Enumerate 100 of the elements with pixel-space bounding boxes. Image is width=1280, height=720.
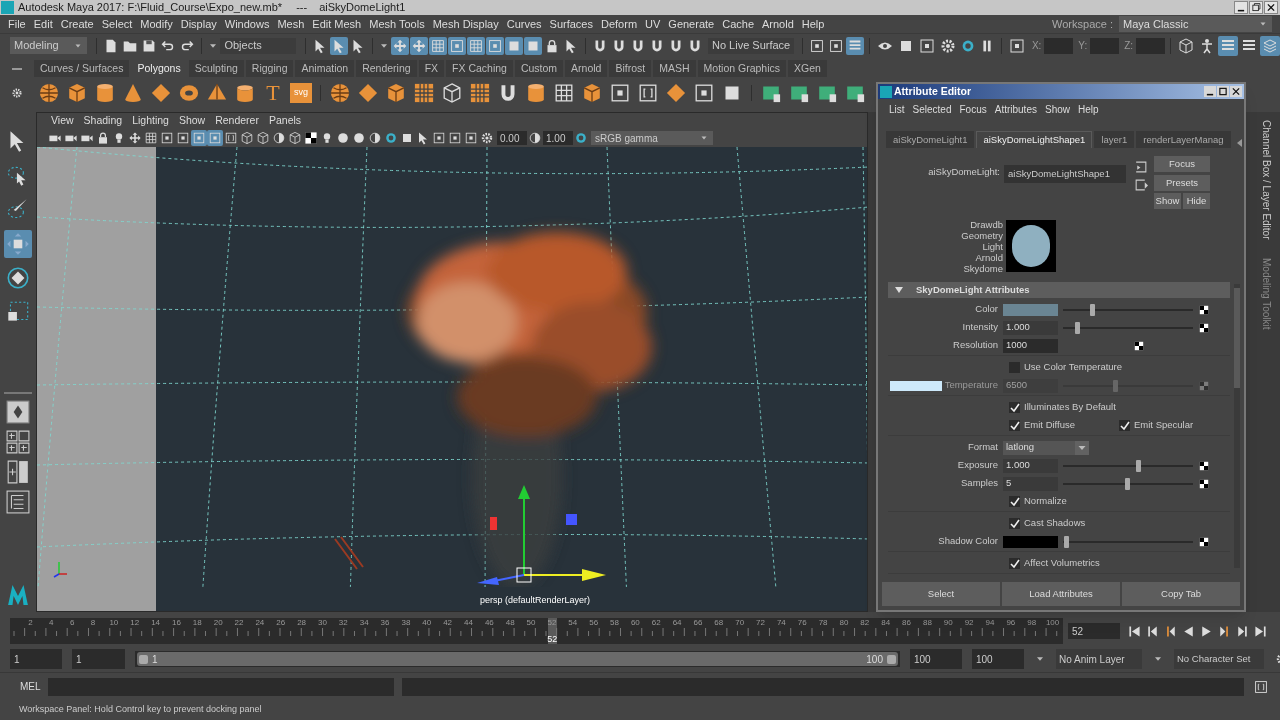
- coordinate-field[interactable]: [1044, 37, 1074, 54]
- anim-layer-dropdown[interactable]: No Anim Layer: [1056, 649, 1142, 669]
- frame-icon[interactable]: [175, 130, 191, 146]
- slider-thumb[interactable]: [1063, 535, 1069, 548]
- shelf-tab[interactable]: Motion Graphics: [697, 60, 786, 77]
- current-frame-field[interactable]: 52: [1068, 623, 1120, 639]
- coordinate-field[interactable]: [1090, 37, 1120, 54]
- shelf-tab[interactable]: Bifrost: [609, 60, 652, 77]
- menu-item[interactable]: Display: [176, 15, 221, 33]
- checkbox[interactable]: [1009, 558, 1020, 569]
- checkbox[interactable]: [1009, 402, 1020, 413]
- attribute-tab[interactable]: layer1: [1094, 131, 1135, 148]
- slider-track[interactable]: [1063, 459, 1193, 472]
- menu-item[interactable]: Create: [56, 15, 98, 33]
- cross-arrows-icon[interactable]: [390, 36, 409, 55]
- bracket-icon[interactable]: [223, 130, 239, 146]
- shelf-tab[interactable]: FX Caching: [446, 60, 513, 77]
- shelf-tab[interactable]: Rendering: [356, 60, 417, 77]
- grid-icon[interactable]: [428, 36, 447, 55]
- menu-item[interactable]: Edit: [29, 15, 57, 33]
- panel-menu-item[interactable]: Lighting: [128, 113, 173, 129]
- checkbox[interactable]: [1009, 518, 1020, 529]
- color-space-dropdown[interactable]: sRGB gamma: [591, 131, 713, 145]
- shelf-tab[interactable]: Animation: [295, 60, 355, 77]
- half-circle-icon[interactable]: [367, 130, 383, 146]
- slider-thumb[interactable]: [1124, 477, 1130, 490]
- checker-icon[interactable]: [303, 130, 319, 146]
- menu-item[interactable]: Surfaces: [545, 15, 597, 33]
- slider-track[interactable]: [1063, 477, 1193, 490]
- two-view-layout-icon[interactable]: [6, 460, 30, 484]
- slider-track[interactable]: [1063, 321, 1193, 334]
- selection-mode-field[interactable]: Objects: [220, 37, 296, 54]
- menu-item[interactable]: Show: [1041, 101, 1073, 117]
- sphere-icon[interactable]: [335, 130, 351, 146]
- grid-icon[interactable]: [143, 130, 159, 146]
- editor-button[interactable]: Select: [882, 582, 1000, 606]
- menu-item[interactable]: Focus: [956, 101, 990, 117]
- range-bar[interactable]: 1 100: [137, 652, 898, 666]
- slider-track[interactable]: [1063, 535, 1193, 548]
- shelf-tab[interactable]: Arnold: [565, 60, 608, 77]
- attribute-tab[interactable]: aiSkyDomeLightShape1: [976, 131, 1093, 148]
- half-circle-icon[interactable]: [527, 130, 543, 146]
- node-name-field[interactable]: aiSkyDomeLightShape1: [1004, 165, 1126, 183]
- slider-thumb[interactable]: [1075, 321, 1081, 334]
- slider-track[interactable]: [1063, 303, 1193, 316]
- sphere-icon[interactable]: [351, 130, 367, 146]
- single-view-layout-icon[interactable]: [6, 400, 30, 424]
- workspace-dropdown[interactable]: Maya Classic: [1119, 16, 1272, 32]
- square-icon[interactable]: [523, 36, 542, 55]
- character-set-dropdown[interactable]: No Character Set: [1174, 649, 1264, 669]
- shelf-tab[interactable]: Curves / Surfaces: [34, 60, 130, 77]
- move-manipulator[interactable]: [477, 485, 606, 585]
- map-button-icon[interactable]: [1198, 477, 1210, 490]
- editor-button[interactable]: Hide: [1183, 193, 1210, 210]
- checkbox[interactable]: [1119, 420, 1130, 431]
- square-icon[interactable]: [504, 36, 523, 55]
- minimize-icon[interactable]: [1204, 86, 1216, 97]
- menu-item[interactable]: Curves: [502, 15, 546, 33]
- move-tool-icon[interactable]: [4, 230, 32, 258]
- menu-item[interactable]: File: [4, 15, 30, 33]
- menu-item[interactable]: Deform: [597, 15, 642, 33]
- attribute-tab[interactable]: renderLayerManag: [1136, 131, 1231, 148]
- checkbox[interactable]: [1009, 420, 1020, 431]
- text-tool-button[interactable]: T: [260, 81, 286, 104]
- shelf-tab[interactable]: Rigging: [245, 60, 294, 77]
- minimize-icon[interactable]: [1234, 1, 1248, 14]
- menu-item[interactable]: Help: [797, 15, 829, 33]
- map-button-icon[interactable]: [1198, 459, 1210, 472]
- scrollbar[interactable]: [1234, 284, 1240, 568]
- frame-icon[interactable]: [431, 130, 447, 146]
- panel-menu-item[interactable]: Renderer: [211, 113, 263, 129]
- number-field[interactable]: 5: [1003, 476, 1058, 491]
- script-language-toggle[interactable]: MEL: [20, 679, 40, 694]
- section-header[interactable]: SkyDomeLight Attributes: [888, 282, 1230, 298]
- cube-icon[interactable]: [239, 130, 255, 146]
- shelf-tab[interactable]: Sculpting: [188, 60, 244, 77]
- number-field[interactable]: 1000: [1003, 338, 1058, 353]
- menu-item[interactable]: Windows: [220, 15, 274, 33]
- map-button-icon[interactable]: [1198, 535, 1210, 548]
- side-panel-tab[interactable]: Channel Box / Layer Editor: [1254, 120, 1278, 240]
- frame-icon[interactable]: [447, 36, 466, 55]
- map-button-icon[interactable]: [1198, 303, 1210, 316]
- playback-end-field[interactable]: 100: [910, 649, 962, 669]
- attribute-tab[interactable]: aiSkyDomeLight1: [886, 131, 975, 148]
- shelf-tab[interactable]: XGen: [788, 60, 827, 77]
- close-icon[interactable]: [1230, 86, 1242, 97]
- layers-icon[interactable]: [1260, 35, 1280, 56]
- close-icon[interactable]: [1264, 1, 1278, 14]
- frame-icon[interactable]: [159, 130, 175, 146]
- menu-item[interactable]: Selected: [909, 101, 955, 117]
- exposure-field[interactable]: 0.00: [497, 131, 527, 145]
- menu-item[interactable]: List: [886, 101, 908, 117]
- copy-node-icon[interactable]: [1134, 178, 1148, 192]
- range-handle[interactable]: [887, 654, 896, 664]
- number-field[interactable]: 1.000: [1003, 458, 1058, 473]
- cursor-icon[interactable]: [329, 36, 348, 55]
- slider-thumb[interactable]: [1136, 459, 1142, 472]
- panel-menu-item[interactable]: View: [47, 113, 78, 129]
- start-time-field[interactable]: 1: [10, 649, 62, 669]
- frame-icon[interactable]: [463, 130, 479, 146]
